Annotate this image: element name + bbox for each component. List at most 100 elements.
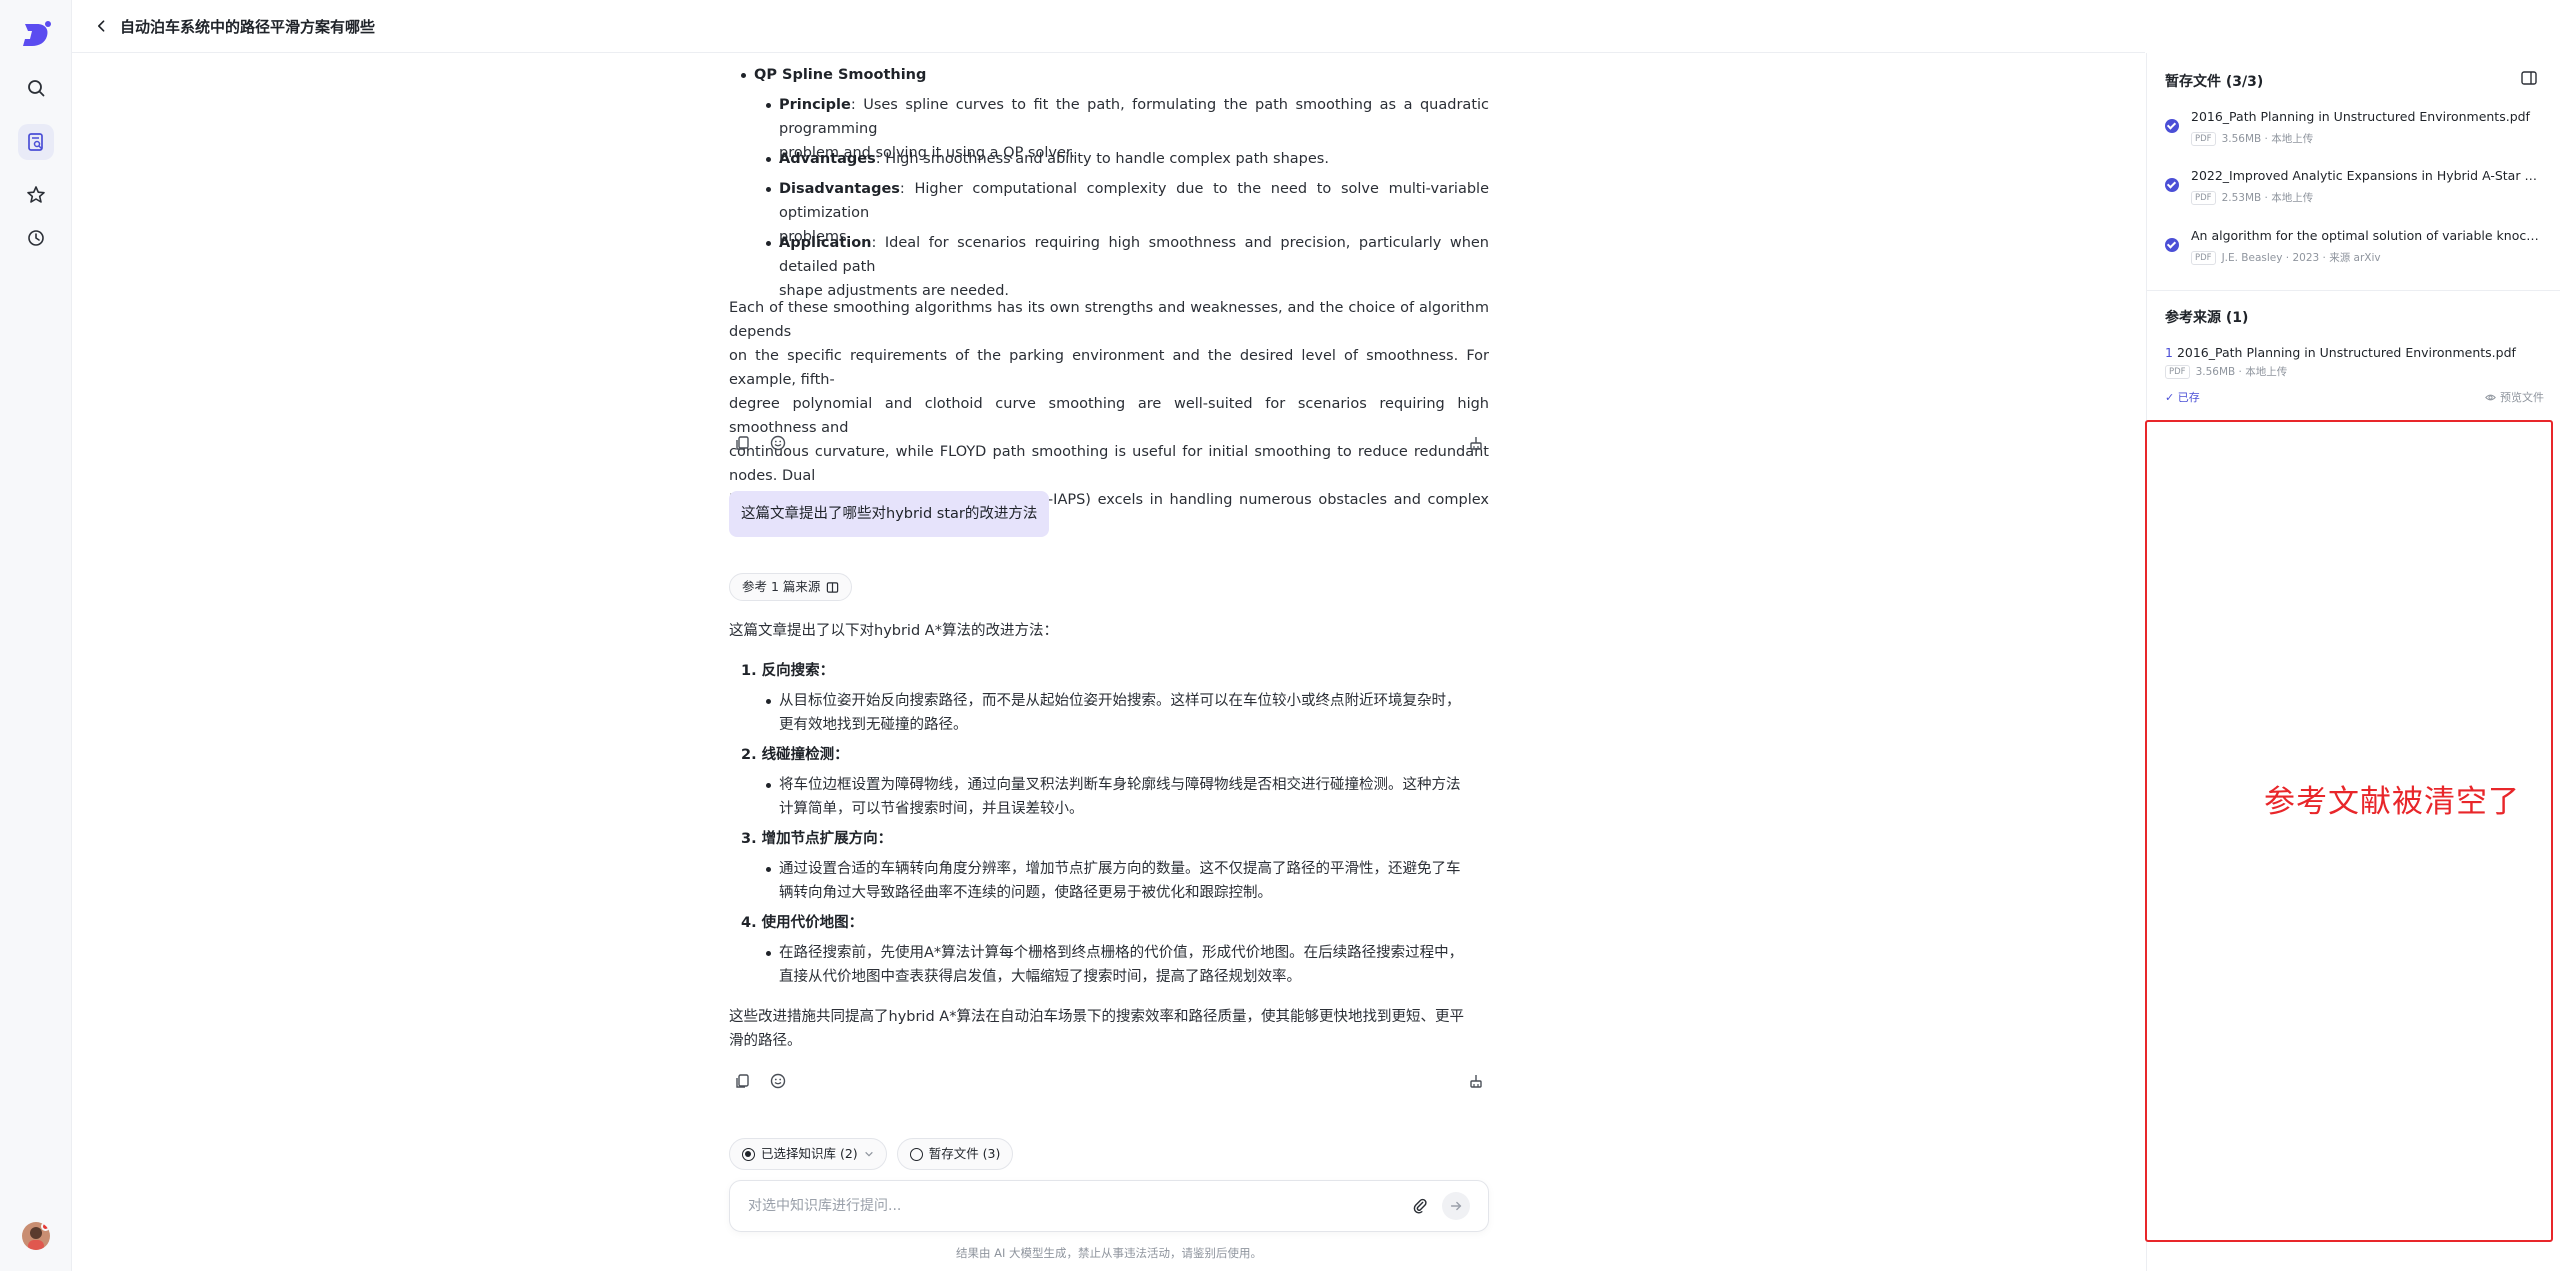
reference-chip[interactable]: 参考 1 篇来源 — [729, 573, 853, 601]
item-line: 通过设置合适的车辆转向角度分辨率，增加节点扩展方向的数量。这不仅提高了路径的平滑… — [779, 861, 1461, 877]
smile-icon — [770, 435, 786, 451]
temp-files-label: 暂存文件 (3) — [928, 1146, 1001, 1161]
list-item: Application: Ideal for scenarios requiri… — [766, 231, 1489, 303]
pdf-tag: PDF — [2191, 250, 2216, 265]
file-meta: PDF 2.53MB · 本地上传 — [2191, 190, 2313, 205]
list-item: 从目标位姿开始反向搜索路径，而不是从起始位姿开始搜索。这样可以在车位较小或终点附… — [766, 689, 1489, 737]
list-item: QP Spline Smoothing — [740, 63, 927, 87]
temp-files-title: 暂存文件 (3/3) — [2165, 74, 2264, 90]
back-button[interactable] — [94, 16, 114, 36]
search-nav-button[interactable] — [18, 70, 54, 106]
radio-selected-icon — [742, 1147, 755, 1161]
feedback-button[interactable] — [769, 1072, 789, 1092]
conclusion-line: 这些改进措施共同提高了hybrid A*算法在自动泊车场景下的搜索效率和路径质量… — [729, 1009, 1464, 1025]
item-line: 计算简单，可以节省搜索时间，并且误差较小。 — [779, 801, 1084, 817]
item-line: 直接从代价地图中查表获得启发值，大幅缩短了搜索时间，提高了路径规划效率。 — [779, 969, 1301, 985]
collapse-panel-button[interactable] — [2520, 69, 2538, 87]
copy-button[interactable] — [734, 434, 754, 454]
list-item: 将车位边框设置为障碍物线，通过向量叉积法判断车身轮廓线与障碍物线是否相交进行碰撞… — [766, 773, 1489, 821]
pdf-tag: PDF — [2191, 190, 2216, 205]
check-circle-icon — [2165, 238, 2179, 252]
item-number: 2. — [741, 747, 757, 763]
answer-item-title: 2. 线碰撞检测： — [741, 743, 849, 767]
favorites-nav-button[interactable] — [18, 177, 54, 213]
brush-icon — [1470, 437, 1482, 450]
item-number: 4. — [741, 915, 757, 931]
feedback-button[interactable] — [769, 434, 789, 454]
annotation-highlight-box — [2145, 420, 2553, 1242]
reference-chip-label: 参考 1 篇来源 — [742, 579, 821, 594]
user-message-text: 这篇文章提出了哪些对hybrid star的改进方法 — [741, 506, 1038, 522]
send-button[interactable] — [1442, 1192, 1470, 1220]
history-icon — [28, 230, 44, 246]
item-title: 线碰撞检测： — [761, 747, 849, 763]
summary-line: Each of these smoothing algorithms has i… — [729, 300, 1489, 340]
ai-disclaimer: 结果由 AI 大模型生成，禁止从事违法活动，请鉴别后使用。 — [955, 1246, 1263, 1260]
message-actions — [729, 434, 1489, 456]
history-nav-button[interactable] — [18, 220, 54, 256]
list-item: Advantages: High smoothness and ability … — [766, 147, 1489, 171]
user-avatar[interactable] — [22, 1222, 50, 1250]
app-logo[interactable] — [20, 18, 54, 52]
clear-button[interactable] — [1467, 1072, 1487, 1092]
arrow-right-icon — [1450, 1201, 1462, 1211]
item-line: 在路径搜索前，先使用A*算法计算每个栅格到终点栅格的代价值，形成代价地图。在后续… — [779, 945, 1464, 961]
attach-button[interactable] — [1406, 1192, 1434, 1220]
summary-line: on the specific requirements of the park… — [729, 348, 1489, 388]
item-title: 反向搜索： — [761, 663, 835, 679]
item-line: 辆转向角过大导致路径曲率不连续的问题，使路径更易于被优化和跟踪控制。 — [779, 885, 1272, 901]
file-name: 2016_Path Planning in Unstructured Envir… — [2191, 109, 2530, 124]
temp-files-toggle[interactable]: 暂存文件 (3) — [896, 1138, 1014, 1170]
notification-dot — [41, 1222, 50, 1231]
radio-unselected-icon — [909, 1147, 923, 1161]
annotation-text: 参考文献被清空了 — [2264, 784, 2520, 820]
smile-icon — [770, 1073, 786, 1089]
summary-line: degree polynomial and clothoid curve smo… — [729, 396, 1489, 436]
qp-heading: QP Spline Smoothing — [754, 67, 927, 83]
references-title: 参考来源 (1) — [2165, 310, 2249, 326]
check-circle-icon — [2165, 178, 2179, 192]
temp-file-item[interactable]: 2022_Improved Analytic Expansions in Hyb… — [2165, 168, 2545, 212]
application-text: : Ideal for scenarios requiring high smo… — [779, 235, 1489, 275]
saved-status: ✓ 已存 — [2165, 391, 2200, 404]
answer-conclusion: 这些改进措施共同提高了hybrid A*算法在自动泊车场景下的搜索效率和路径质量… — [729, 1005, 1489, 1053]
paperclip-icon — [1413, 1198, 1427, 1214]
question-input[interactable] — [748, 1198, 1398, 1214]
document-search-icon — [28, 133, 43, 151]
file-name: An algorithm for the optimal solution of… — [2191, 228, 2541, 243]
pdf-tag: PDF — [2191, 131, 2216, 146]
preview-file-label: 预览文件 — [2500, 391, 2544, 404]
chat-column: QP Spline Smoothing Principle: Uses spli… — [729, 53, 1489, 1271]
conversation-title: 自动泊车系统中的路径平滑方案有哪些 — [120, 17, 376, 36]
temp-file-item[interactable]: 2016_Path Planning in Unstructured Envir… — [2165, 109, 2545, 153]
list-item: 在路径搜索前，先使用A*算法计算每个栅格到终点栅格的代价值，形成代价地图。在后续… — [766, 941, 1489, 989]
knowledge-nav-button[interactable] — [18, 124, 54, 160]
reference-number: 1 — [2165, 345, 2173, 360]
section-divider — [2147, 290, 2560, 291]
principle-text: : Uses spline curves to fit the path, fo… — [779, 97, 1489, 137]
reference-file-name: 2016_Path Planning in Unstructured Envir… — [2176, 345, 2516, 360]
chevron-down-icon — [864, 1151, 873, 1157]
answer-intro: 这篇文章提出了以下对hybrid A*算法的改进方法： — [729, 623, 1058, 639]
search-icon — [28, 80, 45, 97]
eye-icon — [2485, 394, 2496, 400]
temp-file-item[interactable]: An algorithm for the optimal solution of… — [2165, 228, 2545, 272]
reference-item[interactable]: 1 2016_Path Planning in Unstructured Envi… — [2165, 345, 2545, 379]
star-icon — [27, 186, 45, 203]
sidebar-toggle-icon — [2521, 71, 2537, 85]
file-meta-text: 2.53MB · 本地上传 — [2221, 192, 2314, 204]
selected-kb-toggle[interactable]: 已选择知识库 (2) — [729, 1138, 887, 1170]
advantages-text: : High smoothness and ability to handle … — [875, 151, 1329, 167]
copy-icon — [736, 1074, 749, 1088]
clear-button[interactable] — [1467, 434, 1487, 454]
reference-name: 1 2016_Path Planning in Unstructured Envi… — [2165, 345, 2545, 360]
item-line: 更有效地找到无碰撞的路径。 — [779, 717, 968, 733]
answer-item-title: 1. 反向搜索： — [741, 659, 834, 683]
selected-kb-label: 已选择知识库 (2) — [761, 1146, 858, 1161]
file-meta-text: J.E. Beasley · 2023 · 来源 arXiv — [2221, 252, 2381, 264]
answer-item-title: 3. 增加节点扩展方向： — [741, 827, 892, 851]
copy-icon — [736, 436, 749, 450]
copy-button[interactable] — [734, 1072, 754, 1092]
item-line: 从目标位姿开始反向搜索路径，而不是从起始位姿开始搜索。这样可以在车位较小或终点附… — [779, 693, 1461, 709]
preview-file-button[interactable]: 预览文件 — [2485, 389, 2544, 405]
